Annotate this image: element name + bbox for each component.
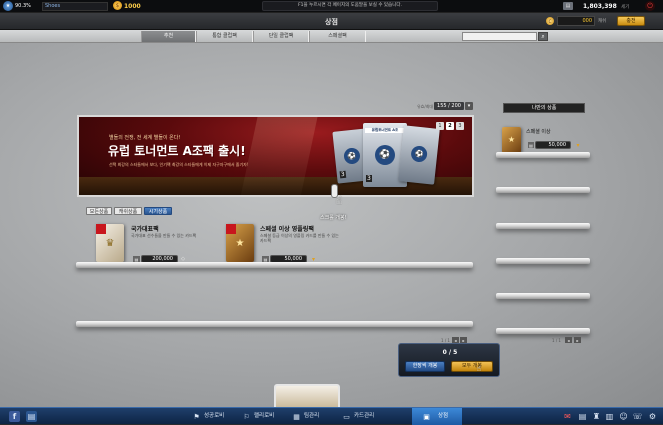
- level-percent: 90.3%: [15, 3, 31, 9]
- banner-description: 선택 최강의 스타들에서 보다, 인기팩 최강의 스타들에게 이제 자구자구에서…: [109, 162, 249, 167]
- banner-headline: 유럽 토너먼트 A조팩 출시!: [108, 144, 246, 158]
- pack-ribbon: [96, 224, 106, 234]
- coin-icon: $: [113, 1, 122, 10]
- money-unit: 세기: [621, 5, 630, 10]
- hand-cursor-icon: ☝: [476, 363, 482, 373]
- banner-page-1[interactable]: 1: [436, 122, 444, 130]
- friends-icon[interactable]: ☺: [618, 411, 629, 422]
- scroll-hint: 스크롤 개봉!: [320, 215, 347, 221]
- pack-label: 유럽토너먼트 A조: [365, 128, 405, 133]
- my-shelf-1: [496, 152, 590, 158]
- my-shelf-2: [496, 187, 590, 193]
- facebook-icon[interactable]: f: [9, 411, 20, 422]
- product-desc-1: 국가대표 선수들을 만들 수 있는 카드팩: [131, 233, 197, 238]
- notice-bar: F1을 누르시면 각 페이지의 도움말을 보실 수 있습니다.: [262, 1, 438, 11]
- success-lobby-icon: ⚑: [193, 412, 200, 421]
- my-prev-page-icon[interactable]: ◂: [565, 337, 572, 343]
- banner-subtitle: 별들의 전쟁, 전 세계 별들이 온다!: [109, 135, 181, 141]
- filter-cash-products[interactable]: 캐쉬상품: [114, 207, 142, 215]
- money-amount: 1,803,398: [583, 3, 617, 10]
- banner-page-2[interactable]: 2: [446, 122, 454, 130]
- my-item-price-1: 50,000: [535, 141, 571, 149]
- gold-tag-icon: ▾: [576, 141, 580, 149]
- open-all-button[interactable]: 모두 개봉: [451, 361, 493, 372]
- cash-unit: 캐쉬: [598, 19, 607, 24]
- star-icon: ★: [235, 237, 245, 249]
- banner-counter-label: 유효/최대: [417, 104, 434, 109]
- tab-shop[interactable]: 상점: [412, 408, 462, 425]
- my-next-page-icon[interactable]: ▸: [574, 337, 581, 343]
- server-name-field: Shoes: [42, 2, 108, 11]
- my-item-name-1: 스페셜 이상: [526, 129, 551, 135]
- pack-emblem-icon: ⚽: [343, 147, 361, 165]
- trophy-icon: ♛: [105, 237, 115, 249]
- price-coin-icon: ▤: [528, 142, 534, 148]
- top-status-bar: ★ 90.3% Shoes $ 1000 F1을 누르시면 각 페이지의 도움말…: [0, 0, 663, 13]
- cash-coin-icon: C: [546, 17, 554, 25]
- counter-dropdown-icon[interactable]: ▾: [465, 102, 473, 110]
- my-item-image-1[interactable]: ★: [502, 127, 521, 153]
- banner-page-3[interactable]: 3: [456, 122, 464, 130]
- pack-ribbon: [226, 224, 236, 234]
- pack-count-left: 3: [339, 170, 347, 179]
- gift-icon[interactable]: ✉: [562, 411, 573, 422]
- bottom-pack-preview[interactable]: [274, 384, 340, 408]
- shop-icon: ▣: [423, 412, 430, 421]
- power-icon[interactable]: ⏻: [645, 1, 655, 11]
- product-pack-image-1[interactable]: ♛: [96, 224, 124, 262]
- open-pack-popup: 0 / 5 한장씩 개봉 모두 개봉 ☝: [398, 343, 500, 377]
- tab-integrated-clubpack[interactable]: 통합 클럽팩: [196, 31, 253, 42]
- my-shelf-5: [496, 293, 590, 299]
- cash-amount-field: 000: [557, 16, 595, 26]
- pack-count-center: 3: [366, 175, 372, 182]
- product-name-1: 국가대표팩: [131, 226, 159, 233]
- trophy-icon[interactable]: ♜: [591, 411, 602, 422]
- product-pack-image-2[interactable]: ★: [226, 224, 254, 262]
- open-count: 0 / 5: [442, 349, 458, 356]
- charge-button[interactable]: 충전: [617, 16, 645, 26]
- level-badge-icon: ★: [3, 1, 13, 11]
- card-manage-icon: ▭: [343, 412, 350, 421]
- my-items-pagination: 1 / 1: [552, 338, 561, 343]
- list-icon[interactable]: ▤: [577, 411, 588, 422]
- coin-amount: 1000: [124, 3, 141, 10]
- bottom-nav-bar: f ▤ 성공로비 ⚑ 랠리로비 ⚐ 팀관리 ▦ 카드관리 ▭ 상점 ▣ ✉ ▤ …: [0, 407, 663, 425]
- settings-gear-icon[interactable]: ⚙: [647, 411, 658, 422]
- money-icon: ▤: [563, 2, 573, 10]
- pack-emblem-icon: ⚽: [375, 145, 395, 165]
- filter-season-products[interactable]: 시기상품: [144, 207, 172, 215]
- my-shelf-4: [496, 258, 590, 264]
- banner-pack-right: ⚽: [398, 125, 440, 185]
- my-items-title: 나만의 상품: [503, 103, 585, 113]
- filter-all-products[interactable]: 모든상품: [86, 207, 112, 215]
- shelf-2: [76, 321, 473, 327]
- rally-lobby-icon: ⚐: [243, 412, 250, 421]
- single-open-button[interactable]: 한장씩 개봉: [405, 361, 445, 372]
- tab-special-pack[interactable]: 스페셜팩: [309, 31, 366, 42]
- promo-banner[interactable]: 별들의 전쟁, 전 세계 별들이 온다! 유럽 토너먼트 A조팩 출시! 선택 …: [77, 115, 474, 197]
- hand-cursor-icon: ☝: [335, 193, 343, 207]
- product-name-2: 스페셜 이상 영플링팩: [260, 226, 314, 233]
- ranking-icon[interactable]: ▥: [604, 411, 615, 422]
- banner-counter: 155 / 200: [434, 102, 464, 110]
- my-shelf-6: [496, 328, 590, 334]
- pack-emblem-icon: ⚽: [410, 145, 428, 163]
- star-icon: ★: [507, 135, 516, 144]
- window-title-bar: 상점 C 000 캐쉬 충전: [0, 13, 663, 30]
- shelf-1: [76, 262, 473, 268]
- search-icon[interactable]: ⌕: [538, 32, 548, 41]
- tab-recommend[interactable]: 추천: [141, 31, 196, 42]
- search-input[interactable]: [462, 32, 537, 41]
- team-manage-icon: ▦: [293, 412, 300, 421]
- chat-icon[interactable]: ☏: [632, 411, 643, 422]
- category-nav: 추천 통합 클럽팩 단일 클럽팩 스페셜팩 ⌕: [0, 30, 663, 43]
- my-shelf-3: [496, 223, 590, 229]
- product-desc-2: 스페셜 등급 이상의 영플링 카드를 만들 수 있는 카드팩: [260, 233, 339, 243]
- menu-icon[interactable]: ▤: [26, 411, 37, 422]
- tab-single-clubpack[interactable]: 단일 클럽팩: [253, 31, 309, 42]
